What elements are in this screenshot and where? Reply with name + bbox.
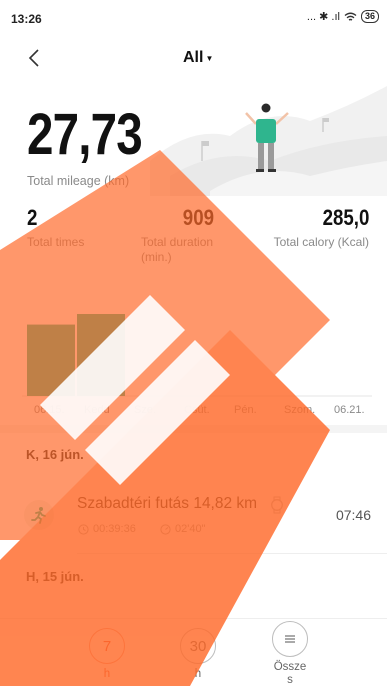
battery-icon: 36 xyxy=(360,10,379,23)
chart-tick-label: 06.21. xyxy=(334,404,365,416)
row-divider xyxy=(77,553,387,554)
watch-icon xyxy=(271,496,283,514)
back-button[interactable] xyxy=(20,44,48,72)
stat-label: Total calory (Kcal) xyxy=(273,235,369,249)
caret-down-icon: ▼ xyxy=(205,53,214,63)
chart-tick-label: Kedd xyxy=(84,404,110,416)
stat-value: 909 xyxy=(182,205,214,230)
activity-duration: 00:39:36 xyxy=(78,523,136,535)
total-mileage-label: Total mileage (km) xyxy=(27,174,130,188)
activity-filter-dropdown[interactable]: All ▼ xyxy=(183,49,213,67)
stat-total-duration: 909 Total duration (min.) xyxy=(141,205,231,265)
status-time: 13:26 xyxy=(11,12,42,26)
stat-label: Total duration (min.) xyxy=(141,235,214,264)
clock-icon xyxy=(78,523,89,535)
date-header: H, 15 jún. xyxy=(26,569,84,584)
total-mileage-value: 27,73 xyxy=(27,102,143,167)
chart-bar[interactable] xyxy=(77,314,125,396)
signal-icons: ... ✱ .ıl xyxy=(306,11,340,23)
date-header: K, 16 jún. xyxy=(26,447,84,462)
celebration-illustration xyxy=(150,86,387,196)
chart-tick-label: Pén. xyxy=(234,404,257,416)
duration-value: 00:39:36 xyxy=(93,523,136,535)
stat-label: Total times xyxy=(27,235,85,249)
activity-title: Szabadtéri futás 14,82 km xyxy=(77,495,258,512)
activity-row[interactable] xyxy=(0,480,387,552)
stat-total-times: 2 Total times xyxy=(27,205,84,250)
tab-30-days[interactable]: 30 xyxy=(180,628,216,664)
tab-7-days-label: h xyxy=(103,668,111,680)
status-icons: ... ✱ .ıl 36 xyxy=(307,10,379,23)
activity-pace: 02'40" xyxy=(160,523,205,535)
chart-bar[interactable] xyxy=(27,324,75,396)
chart-tick-label: Sze. xyxy=(134,404,157,416)
pace-value: 02'40" xyxy=(175,523,206,535)
chart-tick-label: Csüt. xyxy=(184,404,210,416)
tab-all[interactable] xyxy=(272,621,308,657)
tab-30-days-label: h xyxy=(194,668,202,680)
filter-label: All xyxy=(183,49,204,66)
section-divider xyxy=(0,425,387,433)
tab-7-days[interactable]: 7 xyxy=(89,628,125,664)
chart-tick-label: Szom. xyxy=(284,404,316,416)
list-icon xyxy=(285,635,295,643)
period-tab-bar: 7 h 30 h Össze s xyxy=(0,618,387,687)
stat-value: 2 xyxy=(27,205,38,230)
stat-value: 285,0 xyxy=(322,205,369,230)
running-icon xyxy=(24,500,54,530)
pace-icon xyxy=(160,523,171,535)
chart-tick-label: 06.15. xyxy=(34,404,65,416)
chevron-left-icon xyxy=(28,49,39,67)
wifi-icon xyxy=(344,12,357,21)
activity-start-time: 07:46 xyxy=(335,507,371,523)
stat-total-calory: 285,0 Total calory (Kcal) xyxy=(274,205,369,250)
tab-all-label: Össze s xyxy=(273,661,307,686)
